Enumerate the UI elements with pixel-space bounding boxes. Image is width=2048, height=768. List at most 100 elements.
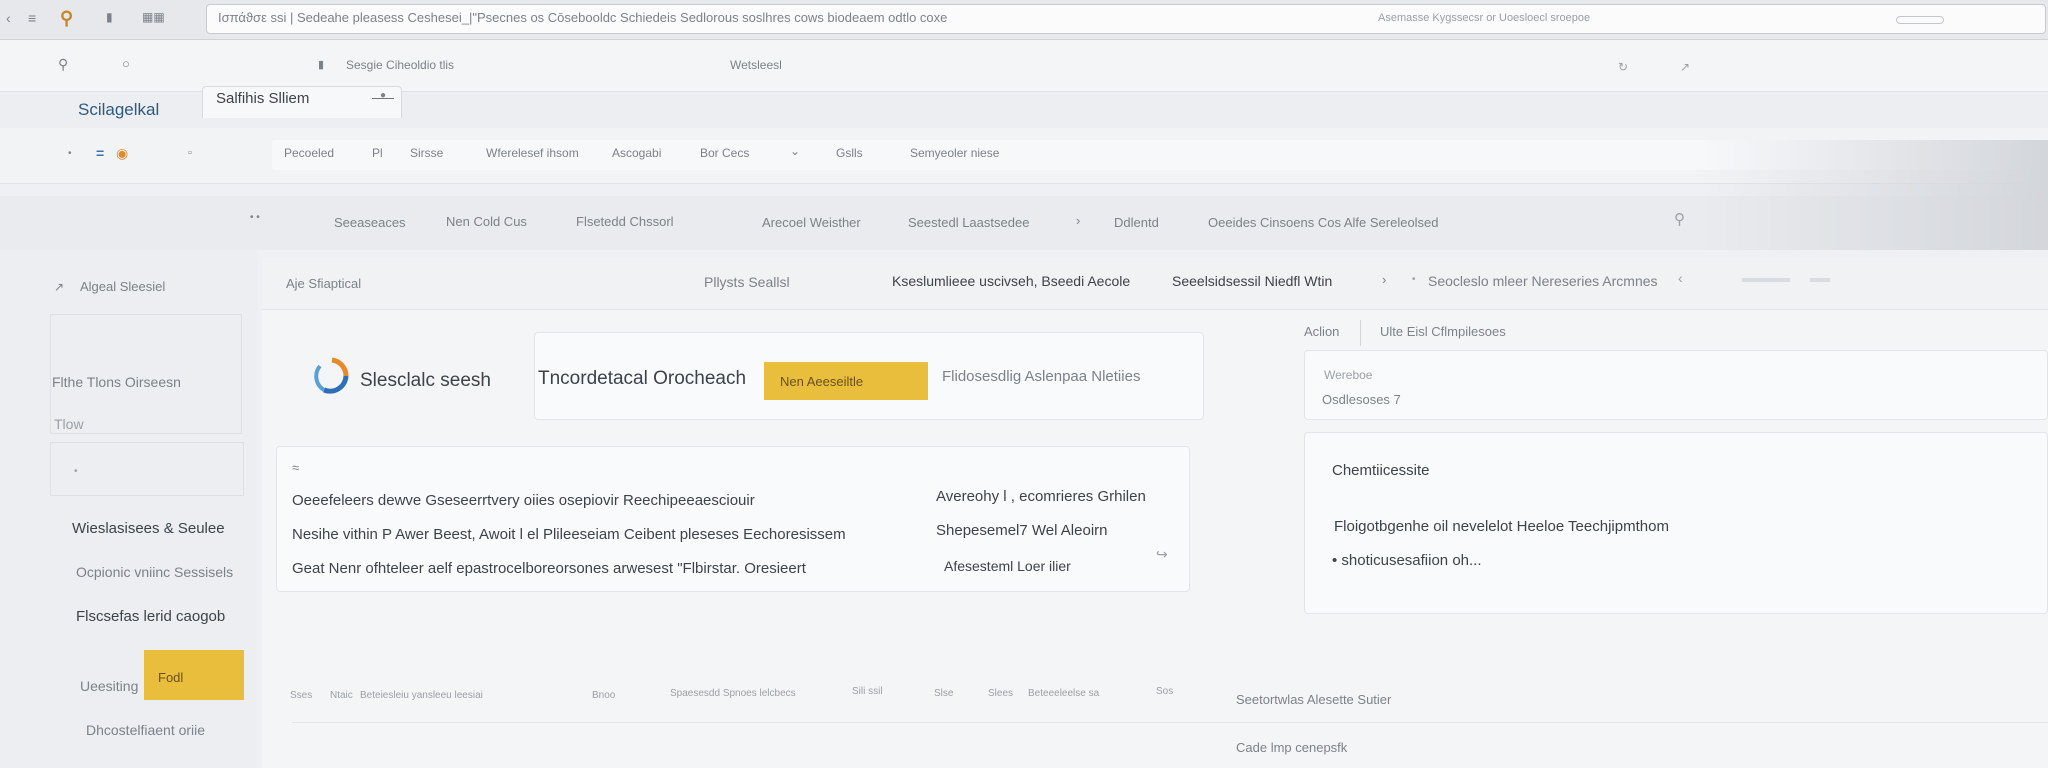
- dot-icon: •: [74, 466, 78, 477]
- bottom-item[interactable]: Slees: [988, 688, 1013, 699]
- sidebar-button-label[interactable]: Ueesiting: [80, 678, 138, 694]
- subnav-left[interactable]: Aje Sfiaptical: [286, 276, 361, 291]
- sidebar-item[interactable]: Flscsefas lerid caogob: [76, 608, 225, 625]
- right-panel-body: • shoticusesafiion oh...: [1332, 552, 1482, 569]
- address-text: Ισπάϑσε ssi | Sedeahe pleasess Ceshesei_…: [218, 10, 948, 25]
- tab-label[interactable]: Salfihis Slliem: [216, 90, 309, 107]
- bottom-item[interactable]: Spaesesdd Spnoes lelcbecs: [670, 688, 796, 699]
- menu-item[interactable]: Gslls: [836, 146, 863, 160]
- brand-swirl-icon: [310, 356, 350, 396]
- page-icon: ▮: [318, 59, 325, 71]
- bottom-item[interactable]: Beteeeleelse sa: [1028, 688, 1099, 699]
- content-line: Nesihe vithin P Awer Beest, Awoit l el P…: [292, 526, 846, 543]
- chevron-left-icon[interactable]: ‹: [1678, 270, 1683, 286]
- menu-item[interactable]: Ascogabi: [612, 146, 661, 160]
- nav-item[interactable]: Nen Cold Cus: [446, 214, 527, 229]
- search-icon[interactable]: ⚲: [1674, 210, 1685, 228]
- refresh-icon[interactable]: ↻: [1618, 60, 1628, 74]
- bottom-item[interactable]: Sili ssil: [852, 686, 883, 697]
- sidebar-header: Algeal Sleesiel: [80, 279, 166, 294]
- sidebar-action-button[interactable]: Fodl: [144, 650, 244, 700]
- sidebar-item[interactable]: Wieslasisees & Seulee: [72, 520, 225, 537]
- action-label[interactable]: Aclion: [1304, 324, 1339, 339]
- folder-icon[interactable]: ▫: [188, 147, 192, 159]
- dot-icon: •: [68, 148, 72, 159]
- toolbar-center-label[interactable]: Sesgie Ciheoldio tlis: [346, 58, 454, 72]
- menu-item[interactable]: Pl: [372, 146, 383, 160]
- nav-item[interactable]: Arecoel Weisther: [762, 215, 861, 230]
- circle-icon[interactable]: ◉: [116, 145, 128, 162]
- sub-navigation: [262, 258, 2048, 310]
- content-marker: ≈: [292, 460, 300, 475]
- toolbar-mid-label[interactable]: Wetsleesl: [730, 58, 782, 72]
- grid-icon[interactable]: ▦▦: [142, 10, 165, 24]
- subnav-item[interactable]: Seocleslo mleer Nereseries Arcmnes: [1428, 273, 1658, 289]
- nav-item[interactable]: Seestedl Laastsedee: [908, 215, 1029, 230]
- content-right-line: Afesesteml Loer ilier: [944, 558, 1071, 574]
- subnav-item[interactable]: Seeelsidsessil Niedfl Wtin: [1172, 273, 1332, 289]
- hamburger-icon[interactable]: =: [96, 145, 104, 161]
- sidebar-input[interactable]: [50, 442, 244, 496]
- bottom-item[interactable]: Bnoo: [592, 690, 615, 701]
- bottom-item[interactable]: Sses: [290, 690, 312, 701]
- subnav-placeholder: [1742, 278, 1790, 282]
- subnav-item[interactable]: Kseslumlieee uscivseh, Bseedi Aecole: [892, 273, 1130, 289]
- bottom-caption: Seetortwlas Alesette Sutier: [1236, 692, 1392, 707]
- menu-item[interactable]: Semyeoler niese: [910, 146, 999, 160]
- search-icon[interactable]: ⚲: [60, 8, 73, 29]
- address-toggle[interactable]: [1896, 16, 1944, 24]
- content-right-line: Avereohy l , ecomrieres Grhilen: [936, 488, 1146, 505]
- sidebar-action-button-label: Fodl: [158, 670, 184, 685]
- menu-item[interactable]: Pecoeled: [284, 146, 334, 160]
- right-panel-title: Chemtiicessite: [1332, 462, 1430, 479]
- share-icon[interactable]: ↗: [1680, 60, 1690, 74]
- address-right-text: Asemasse Kygssecsr or Uoesloecl sroepoe: [1378, 12, 1591, 24]
- nav-item[interactable]: Seeaseaces: [334, 215, 406, 230]
- menu-item[interactable]: Wferelesef ihsom: [486, 146, 579, 160]
- bottom-divider: [292, 722, 2048, 723]
- bottom-item[interactable]: Slse: [934, 688, 953, 699]
- content-line: Oeeefeleers dewve Gseseerrtvery oiies os…: [292, 492, 755, 509]
- tab-close-icon[interactable]: ●: [380, 90, 386, 101]
- clock-icon[interactable]: ○: [122, 56, 130, 71]
- hero-brand-text: Slesclalc seesh: [360, 370, 491, 391]
- action-link[interactable]: Ulte Eisl Cflmpilesoes: [1380, 324, 1506, 339]
- chevron-down-icon[interactable]: ⌄: [790, 144, 800, 158]
- info-card: [1304, 350, 2048, 420]
- action-divider: [1360, 320, 1361, 346]
- chevron-right-icon[interactable]: ›: [1076, 213, 1080, 228]
- nav-item[interactable]: Oeeides Cinsoens Cos Alfe Sereleolsed: [1208, 215, 1439, 230]
- menu-item[interactable]: Sirsse: [410, 146, 443, 160]
- secondary-toolbar: [0, 40, 2048, 92]
- subnav-center[interactable]: Pllysts Seallsl: [704, 274, 790, 290]
- nav-item[interactable]: Ddlentd: [1114, 215, 1159, 230]
- menu-item[interactable]: Bor Cecs: [700, 146, 749, 160]
- sidebar-footer: Dhcostelfiaent oriie: [86, 722, 206, 738]
- cursor-icon: ↪: [1156, 546, 1168, 562]
- hero-cta-side[interactable]: Flidosesdlig Aslenpaa Nletiies: [942, 368, 1140, 385]
- nav-dots-icon[interactable]: • •: [250, 212, 260, 223]
- content-right-line: Shepesemel7 Wel Aleoirn: [936, 522, 1108, 539]
- menu-icon[interactable]: ≡: [28, 10, 36, 26]
- hero-title: Tncordetacal Orocheach: [538, 368, 747, 389]
- bottom-item[interactable]: Beteiesleiu yansleeu leesiai: [360, 690, 483, 701]
- nav-bar-shade: [1700, 140, 2048, 250]
- subnav-placeholder: [1810, 278, 1830, 282]
- bookmark-icon[interactable]: ▮: [106, 10, 113, 24]
- bottom-item[interactable]: Ntaic: [330, 690, 353, 701]
- bottom-item[interactable]: Sos: [1156, 686, 1173, 697]
- bottom-caption: Cade lmp cenepsfk: [1236, 740, 1348, 755]
- search-icon[interactable]: ⚲: [58, 56, 68, 73]
- content-line: Geat Nenr ofhteleer aelf epastrocelboreo…: [292, 560, 806, 577]
- nav-item[interactable]: Flsetedd Chssorl: [576, 214, 674, 229]
- sidebar-item[interactable]: Ocpionic vniinc Sessisels: [76, 564, 233, 580]
- hero-cta-button[interactable]: Nen Aeeseiltle: [764, 362, 928, 400]
- hero-cta-label: Nen Aeeseiltle: [780, 374, 864, 389]
- right-panel-body: Floigotbgenhe oil nevelelot Heeloe Teech…: [1334, 518, 1669, 535]
- brand-logo-text[interactable]: Scilagelkal: [78, 100, 159, 120]
- sidebar-title: Flthe Tlons Oirseesn: [52, 374, 181, 390]
- sidebar-subtitle: Tlow: [54, 416, 84, 432]
- info-card-line2: Osdlesoses 7: [1322, 392, 1401, 407]
- back-icon[interactable]: ‹: [6, 10, 11, 26]
- chevron-right-icon[interactable]: ›: [1382, 272, 1386, 287]
